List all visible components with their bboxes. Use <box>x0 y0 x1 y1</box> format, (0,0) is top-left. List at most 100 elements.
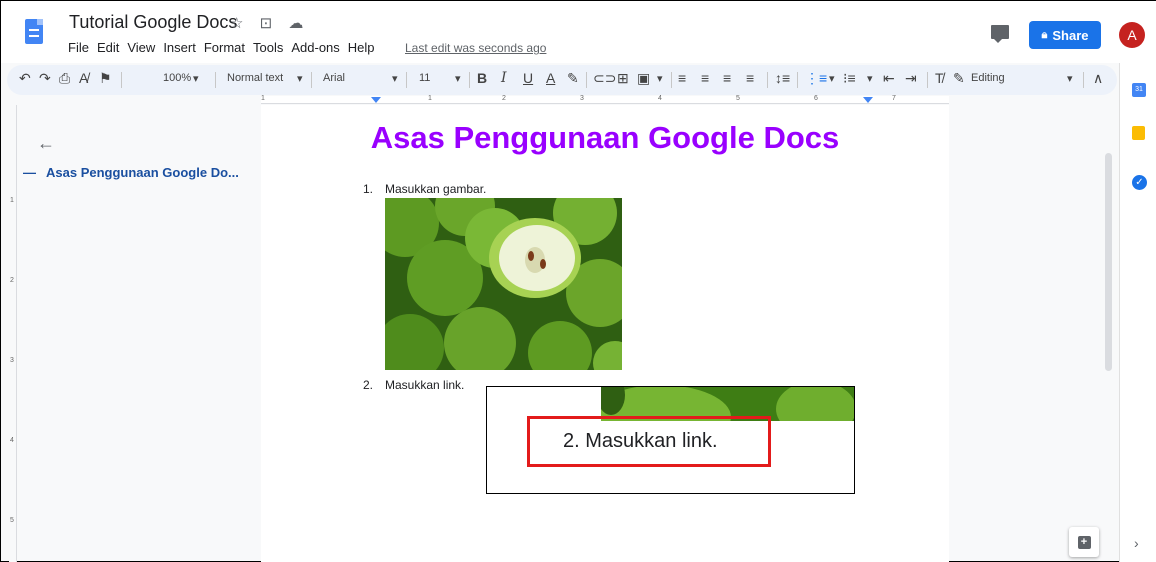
collapse-menus-icon[interactable]: ∧ <box>1093 70 1103 87</box>
formatting-toolbar: ↶ ↷ ⎙ A̸ ⚑ 100% ▾ Normal text ▾ Arial ▾ … <box>7 65 1117 95</box>
list-item-text[interactable]: Masukkan link. <box>385 378 464 392</box>
tasks-icon[interactable]: ✓ <box>1132 175 1147 190</box>
ruler-number: 3 <box>580 95 584 102</box>
clear-formatting-icon[interactable]: T̸ <box>935 70 944 86</box>
menu-file[interactable]: File <box>68 40 89 55</box>
menu-tools[interactable]: Tools <box>253 40 283 55</box>
menu-view[interactable]: View <box>127 40 155 55</box>
chevron-down-icon[interactable]: ▾ <box>297 72 303 85</box>
italic-icon[interactable]: I <box>501 70 507 86</box>
share-label: Share <box>1052 27 1089 43</box>
ruler-number: 1 <box>10 197 14 204</box>
ruler-number: 2 <box>10 277 14 284</box>
underline-icon[interactable]: U <box>523 70 533 86</box>
bold-icon[interactable]: B <box>477 70 487 86</box>
title-bar: Tutorial Google Docs ☆ ⊡ ☁ File Edit Vie… <box>1 1 1156 63</box>
ruler-number: 5 <box>736 95 740 102</box>
highlight-box: 2. Masukkan link. <box>527 416 771 467</box>
text-color-icon[interactable]: A <box>546 70 555 86</box>
last-edit-link[interactable]: Last edit was seconds ago <box>405 41 546 55</box>
explore-button[interactable]: + <box>1069 527 1099 557</box>
right-margin-marker[interactable] <box>863 97 873 103</box>
zoom-select[interactable]: 100% <box>163 72 191 84</box>
editing-mode-select[interactable]: Editing <box>971 72 1005 84</box>
align-center-icon[interactable]: ≡ <box>701 70 709 86</box>
explore-icon: + <box>1077 535 1091 549</box>
vertical-ruler[interactable]: 1 2 3 4 5 <box>9 105 17 562</box>
share-button[interactable]: 🔒︎ Share <box>1029 21 1101 49</box>
add-comment-icon[interactable]: ⊞ <box>617 70 629 87</box>
print-icon[interactable]: ⎙ <box>59 70 70 87</box>
green-apples-image[interactable] <box>385 198 622 370</box>
link-icon[interactable]: ⊂⊃ <box>593 70 616 87</box>
chevron-down-icon[interactable]: ▾ <box>1067 72 1073 85</box>
outline-dash-icon: — <box>23 165 36 180</box>
ruler-number: 3 <box>10 357 14 364</box>
menu-insert[interactable]: Insert <box>163 40 196 55</box>
toolbar-divider <box>927 72 928 88</box>
outline-item-label: Asas Penggunaan Google Do... <box>46 165 239 180</box>
align-left-icon[interactable]: ≡ <box>678 70 686 86</box>
style-select[interactable]: Normal text <box>227 72 283 84</box>
toolbar-divider <box>1083 72 1084 88</box>
document-title[interactable]: Tutorial Google Docs <box>69 12 237 33</box>
list-item-text[interactable]: Masukkan gambar. <box>385 182 486 196</box>
insert-image-icon[interactable]: ▣ <box>637 70 650 87</box>
toolbar-divider <box>469 72 470 88</box>
chevron-down-icon[interactable]: ▾ <box>867 72 873 85</box>
close-outline-arrow-icon[interactable]: ← <box>37 133 55 154</box>
chevron-down-icon[interactable]: ▾ <box>455 72 461 85</box>
decrease-indent-icon[interactable]: ⇤ <box>883 70 895 87</box>
toolbar-divider <box>121 72 122 88</box>
document-heading[interactable]: Asas Penggunaan Google Docs <box>261 120 949 156</box>
ruler-number: 1 <box>261 95 265 102</box>
lock-icon: 🔒︎ <box>1041 28 1048 41</box>
chevron-down-icon[interactable]: ▾ <box>392 72 398 85</box>
align-justify-icon[interactable]: ≡ <box>746 70 754 86</box>
align-right-icon[interactable]: ≡ <box>723 70 731 86</box>
callout-text: 2. Masukkan link. <box>563 430 718 452</box>
docs-logo-icon[interactable] <box>25 19 43 44</box>
highlight-icon[interactable]: ✎ <box>567 70 579 87</box>
redo-icon[interactable]: ↷ <box>39 70 51 87</box>
toolbar-divider <box>311 72 312 88</box>
font-select[interactable]: Arial <box>323 72 345 84</box>
outline-item-heading[interactable]: — Asas Penggunaan Google Do... <box>23 165 239 180</box>
toolbar-divider <box>767 72 768 88</box>
side-panel: 31 ✓ › <box>1119 63 1156 562</box>
ruler-number: 5 <box>10 517 14 524</box>
chevron-down-icon[interactable]: ▾ <box>193 72 199 85</box>
undo-icon[interactable]: ↶ <box>19 70 31 87</box>
comment-history-icon[interactable] <box>991 25 1009 43</box>
calendar-icon[interactable]: 31 <box>1132 83 1146 97</box>
menu-format[interactable]: Format <box>204 40 245 55</box>
vertical-scrollbar[interactable] <box>1105 153 1112 371</box>
paint-format-icon[interactable]: ⚑ <box>99 70 112 87</box>
menu-add-ons[interactable]: Add-ons <box>291 40 339 55</box>
chevron-right-icon[interactable]: › <box>1134 535 1139 551</box>
keep-icon[interactable] <box>1132 126 1145 140</box>
horizontal-ruler[interactable]: 1 1 2 3 4 5 6 7 <box>261 95 949 104</box>
increase-indent-icon[interactable]: ⇥ <box>905 70 917 87</box>
list-number: 2. <box>363 378 374 392</box>
numbered-list-icon[interactable]: ⋮≡ <box>805 70 827 87</box>
bulleted-list-icon[interactable]: ⁝≡ <box>843 70 856 87</box>
font-size-select[interactable]: 11 <box>419 72 430 84</box>
toolbar-divider <box>215 72 216 88</box>
indent-marker[interactable] <box>371 97 381 103</box>
menu-help[interactable]: Help <box>348 40 375 55</box>
star-move-cloud-icons[interactable]: ☆ ⊡ ☁ <box>230 14 309 32</box>
toolbar-divider <box>586 72 587 88</box>
menu-edit[interactable]: Edit <box>97 40 119 55</box>
account-avatar[interactable]: A <box>1119 22 1145 48</box>
line-spacing-icon[interactable]: ↕≡ <box>775 70 790 86</box>
chevron-down-icon[interactable]: ▾ <box>657 72 663 85</box>
zoom-callout: 2. Masukkan link. <box>486 386 855 494</box>
spellcheck-icon[interactable]: A̸ <box>79 70 88 86</box>
ruler-number: 4 <box>10 437 14 444</box>
chevron-down-icon[interactable]: ▾ <box>829 72 835 85</box>
ruler-number: 6 <box>814 95 818 102</box>
pencil-icon[interactable]: ✎ <box>953 70 965 87</box>
toolbar-divider <box>406 72 407 88</box>
ruler-number: 7 <box>892 95 896 102</box>
